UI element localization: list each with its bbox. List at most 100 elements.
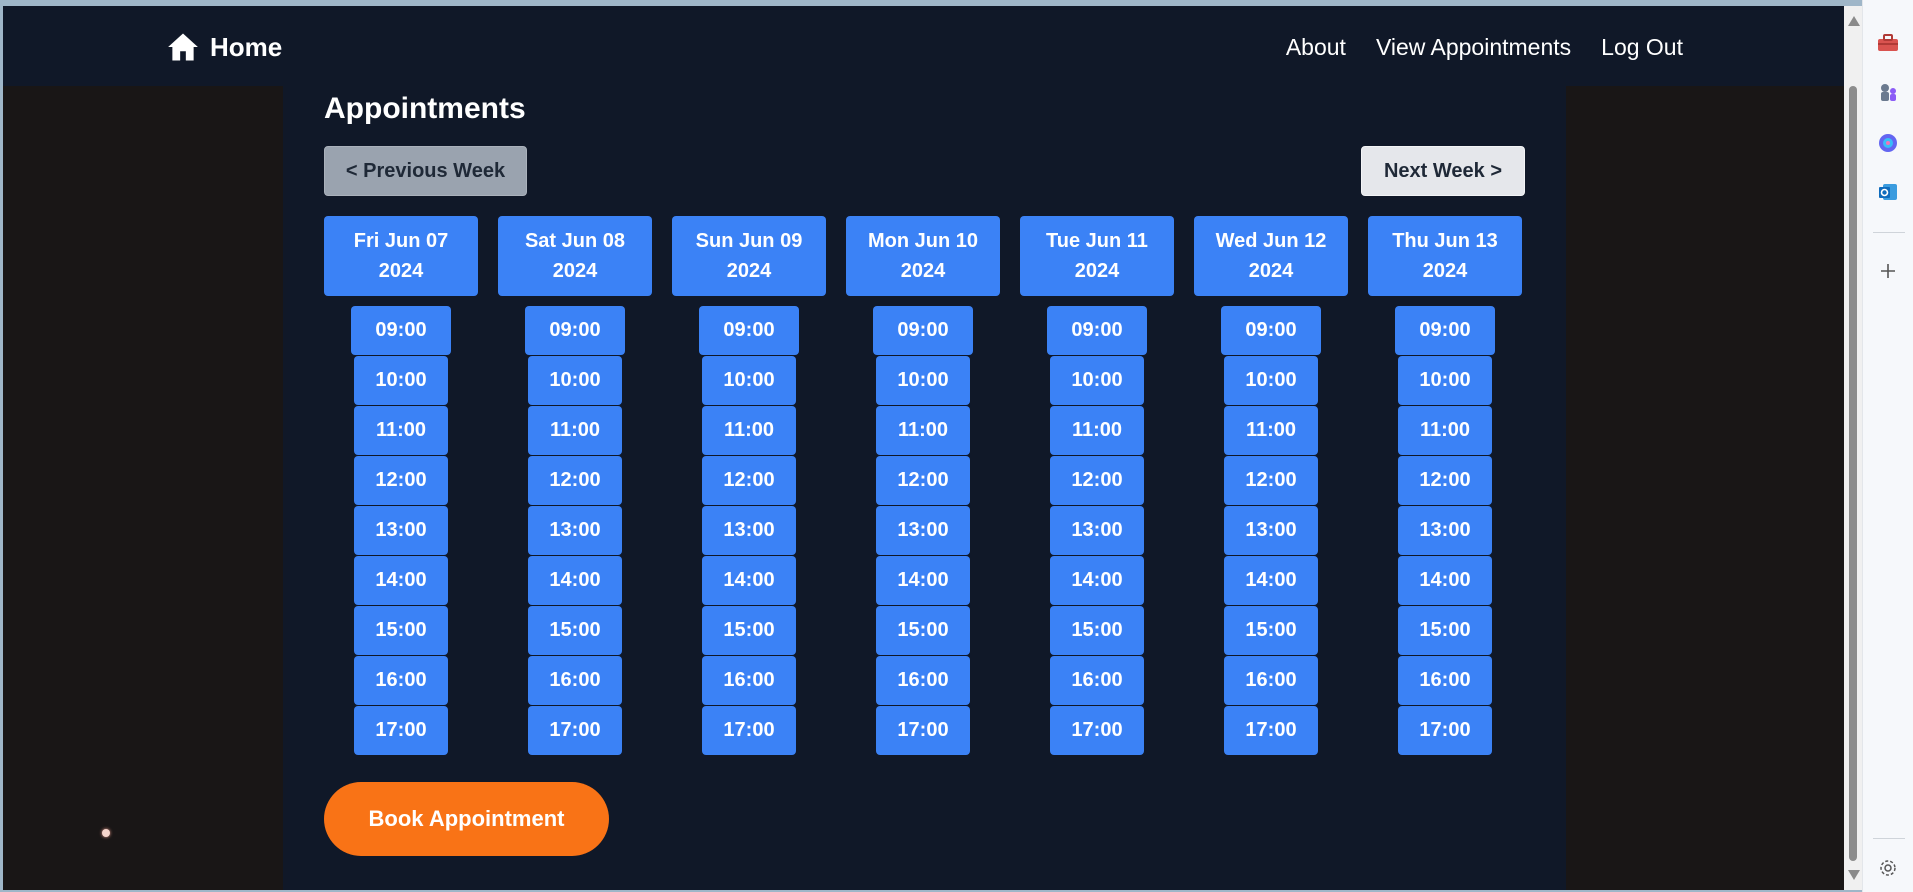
time-slot-button[interactable]: 13:00: [1398, 506, 1492, 555]
appointments-panel: Appointments < Previous Week Next Week >…: [283, 86, 1566, 890]
time-slot-button[interactable]: 17:00: [528, 706, 622, 755]
add-icon[interactable]: [1875, 258, 1901, 284]
time-slot-button[interactable]: 15:00: [528, 606, 622, 655]
time-slot-button[interactable]: 11:00: [702, 406, 796, 455]
time-slot-button[interactable]: 15:00: [1398, 606, 1492, 655]
time-slot-button[interactable]: 12:00: [702, 456, 796, 505]
sidebar-divider: [1873, 838, 1905, 839]
book-appointment-button[interactable]: Book Appointment: [324, 782, 609, 856]
time-slot-button[interactable]: 13:00: [1224, 506, 1318, 555]
time-slot-button[interactable]: 17:00: [354, 706, 448, 755]
scroll-thumb[interactable]: [1849, 86, 1857, 861]
sidebar-divider: [1873, 232, 1905, 233]
time-slot-button[interactable]: 13:00: [354, 506, 448, 555]
time-slot-button[interactable]: 13:00: [528, 506, 622, 555]
time-slot-button[interactable]: 09:00: [525, 306, 625, 355]
nav-view-appointments[interactable]: View Appointments: [1376, 34, 1571, 61]
time-slot-button[interactable]: 15:00: [876, 606, 970, 655]
time-slot-button[interactable]: 12:00: [1398, 456, 1492, 505]
time-slot-button[interactable]: 14:00: [354, 556, 448, 605]
time-slot-button[interactable]: 09:00: [1047, 306, 1147, 355]
time-slot-button[interactable]: 10:00: [354, 356, 448, 405]
home-label: Home: [210, 31, 283, 62]
time-slot-button[interactable]: 12:00: [354, 456, 448, 505]
time-slot-button[interactable]: 11:00: [876, 406, 970, 455]
previous-week-button[interactable]: < Previous Week: [324, 146, 527, 196]
navbar: Home About View Appointments Log Out: [3, 6, 1844, 86]
time-slot-button[interactable]: 14:00: [1398, 556, 1492, 605]
outlook-icon[interactable]: [1875, 179, 1901, 205]
time-slot-button[interactable]: 10:00: [876, 356, 970, 405]
time-slot-button[interactable]: 09:00: [351, 306, 451, 355]
time-slot-button[interactable]: 12:00: [528, 456, 622, 505]
week-grid: Fri Jun 07 2024 09:00 10:00 11:00 12:00 13:00 1…: [324, 216, 1525, 776]
time-slot-button[interactable]: 13:00: [876, 506, 970, 555]
time-slot-button[interactable]: 16:00: [1398, 656, 1492, 705]
time-slot-button[interactable]: 15:00: [354, 606, 448, 655]
home-link[interactable]: Home: [166, 28, 282, 66]
time-slot-button[interactable]: 12:00: [1050, 456, 1144, 505]
day-header: Wed Jun 12 2024: [1194, 216, 1348, 296]
vertical-scrollbar[interactable]: [1844, 6, 1862, 890]
time-slot-button[interactable]: 17:00: [1050, 706, 1144, 755]
scroll-down-arrow-icon[interactable]: [1848, 870, 1860, 880]
day-label: Wed Jun 12: [1215, 230, 1327, 252]
day-year: 2024: [552, 260, 598, 282]
time-slot-button[interactable]: 14:00: [876, 556, 970, 605]
time-slot-button[interactable]: 11:00: [528, 406, 622, 455]
day-label: Tue Jun 11: [1046, 230, 1148, 252]
time-slot-button[interactable]: 16:00: [354, 656, 448, 705]
time-slot-button[interactable]: 10:00: [528, 356, 622, 405]
time-slot-button[interactable]: 10:00: [1398, 356, 1492, 405]
time-slot-button[interactable]: 10:00: [1224, 356, 1318, 405]
time-slot-button[interactable]: 11:00: [1224, 406, 1318, 455]
edge-sidebar: [1862, 0, 1913, 892]
day-column: Thu Jun 13 2024 09:00 10:00 11:00 12:00 13:00 1…: [1368, 216, 1522, 776]
day-header: Sun Jun 09 2024: [672, 216, 826, 296]
day-label: Sat Jun 08: [524, 230, 626, 252]
time-slot-button[interactable]: 16:00: [876, 656, 970, 705]
time-slot-button[interactable]: 10:00: [1050, 356, 1144, 405]
next-week-button[interactable]: Next Week >: [1361, 146, 1525, 196]
time-slot-button[interactable]: 09:00: [873, 306, 973, 355]
time-slot-button[interactable]: 16:00: [1224, 656, 1318, 705]
time-slot-button[interactable]: 11:00: [1398, 406, 1492, 455]
time-slot-button[interactable]: 14:00: [1224, 556, 1318, 605]
nav-links: About View Appointments Log Out: [1286, 28, 1683, 66]
time-slot-button[interactable]: 13:00: [1050, 506, 1144, 555]
time-slot-button[interactable]: 12:00: [1224, 456, 1318, 505]
day-label: Fri Jun 07: [353, 230, 449, 252]
time-slot-button[interactable]: 09:00: [1395, 306, 1495, 355]
time-slot-button[interactable]: 15:00: [1224, 606, 1318, 655]
toolbox-icon[interactable]: [1875, 30, 1901, 56]
time-slot-button[interactable]: 11:00: [1050, 406, 1144, 455]
time-slot-button[interactable]: 12:00: [876, 456, 970, 505]
chess-icon[interactable]: [1875, 80, 1901, 106]
time-slot-button[interactable]: 16:00: [702, 656, 796, 705]
time-slot-button[interactable]: 15:00: [702, 606, 796, 655]
time-slot-button[interactable]: 16:00: [528, 656, 622, 705]
day-column: Sat Jun 08 2024 09:00 10:00 11:00 12:00 13:00 1…: [498, 216, 652, 776]
time-slot-button[interactable]: 17:00: [1224, 706, 1318, 755]
time-slot-button[interactable]: 14:00: [1050, 556, 1144, 605]
day-header: Fri Jun 07 2024: [324, 216, 478, 296]
time-slot-button[interactable]: 15:00: [1050, 606, 1144, 655]
nav-about[interactable]: About: [1286, 34, 1346, 61]
time-slot-button[interactable]: 17:00: [1398, 706, 1492, 755]
time-slot-button[interactable]: 11:00: [354, 406, 448, 455]
copilot-icon[interactable]: [1875, 130, 1901, 156]
scroll-up-arrow-icon[interactable]: [1848, 16, 1860, 26]
time-slot-button[interactable]: 10:00: [702, 356, 796, 405]
day-column: Wed Jun 12 2024 09:00 10:00 11:00 12:00 13:00 1…: [1194, 216, 1348, 776]
time-slot-button[interactable]: 14:00: [528, 556, 622, 605]
time-slot-button[interactable]: 17:00: [702, 706, 796, 755]
time-slot-button[interactable]: 09:00: [699, 306, 799, 355]
time-slot-button[interactable]: 16:00: [1050, 656, 1144, 705]
cursor-indicator: [102, 829, 110, 837]
nav-log-out[interactable]: Log Out: [1601, 34, 1683, 61]
settings-icon[interactable]: [1875, 855, 1901, 881]
time-slot-button[interactable]: 13:00: [702, 506, 796, 555]
time-slot-button[interactable]: 17:00: [876, 706, 970, 755]
time-slot-button[interactable]: 14:00: [702, 556, 796, 605]
time-slot-button[interactable]: 09:00: [1221, 306, 1321, 355]
